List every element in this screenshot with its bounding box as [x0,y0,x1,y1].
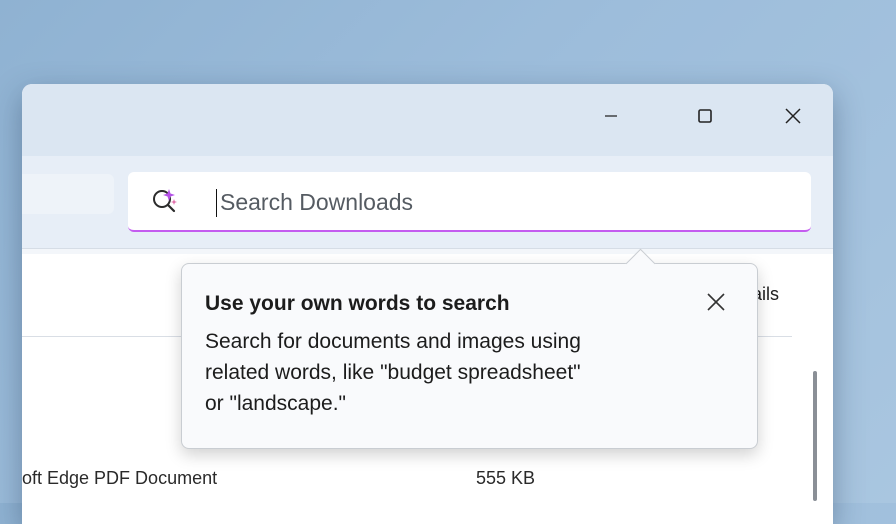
callout-body-line: Search for documents and images using [205,330,581,353]
callout-body: Search for documents and images using re… [205,326,685,419]
ai-search-icon [153,189,177,213]
minimize-button[interactable] [588,98,634,134]
search-input[interactable] [220,185,780,219]
callout-close-button[interactable] [700,286,732,318]
maximize-icon [698,109,712,123]
close-icon [785,108,801,124]
minimize-icon [605,115,617,117]
callout-body-line: or "landscape." [205,392,346,415]
file-type-cell: oft Edge PDF Document [22,468,218,488]
text-caret [216,189,217,217]
address-bar[interactable] [22,174,114,214]
search-box[interactable] [128,172,811,232]
vertical-scrollbar[interactable] [813,371,817,501]
close-button[interactable] [770,98,816,134]
callout-title: Use your own words to search [205,292,510,315]
search-tip-callout: Use your own words to search Search for … [181,248,758,449]
callout-body-line: related words, like "budget spreadsheet" [205,361,581,384]
title-bar [22,84,833,156]
maximize-button[interactable] [682,98,728,134]
close-icon [707,293,725,311]
file-size-cell: 555 KB [476,468,536,488]
